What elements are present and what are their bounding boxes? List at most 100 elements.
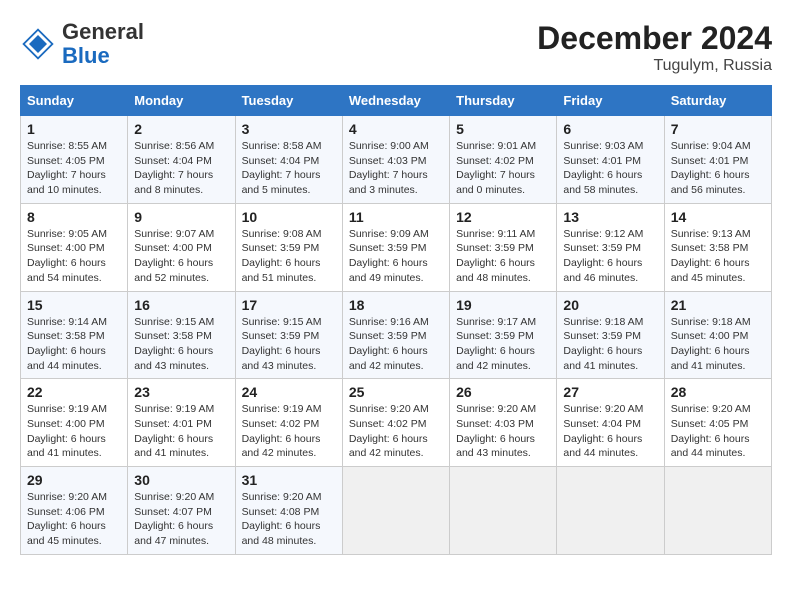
calendar-cell: 27 Sunrise: 9:20 AMSunset: 4:04 PMDayligh…	[557, 379, 664, 467]
day-info: Sunrise: 9:07 AMSunset: 4:00 PMDaylight:…	[134, 227, 228, 286]
day-number: 16	[134, 297, 228, 313]
day-number: 12	[456, 209, 550, 225]
day-number: 17	[242, 297, 336, 313]
day-number: 5	[456, 121, 550, 137]
calendar-cell: 31 Sunrise: 9:20 AMSunset: 4:08 PMDayligh…	[235, 467, 342, 555]
day-number: 4	[349, 121, 443, 137]
day-number: 30	[134, 472, 228, 488]
calendar-cell: 16Sunrise: 9:15 AMSunset: 3:58 PMDayligh…	[128, 291, 235, 379]
calendar-cell: 1 Sunrise: 8:55 AMSunset: 4:05 PMDaylight…	[21, 116, 128, 204]
calendar-cell: 21Sunrise: 9:18 AMSunset: 4:00 PMDayligh…	[664, 291, 771, 379]
calendar-cell: 26 Sunrise: 9:20 AMSunset: 4:03 PMDayligh…	[450, 379, 557, 467]
calendar-cell: 8 Sunrise: 9:05 AMSunset: 4:00 PMDaylight…	[21, 203, 128, 291]
day-info: Sunrise: 8:55 AMSunset: 4:05 PMDaylight:…	[27, 139, 121, 198]
day-number: 7	[671, 121, 765, 137]
day-info: Sunrise: 9:20 AMSunset: 4:03 PMDaylight:…	[456, 402, 550, 461]
day-info: Sunrise: 9:20 AMSunset: 4:05 PMDaylight:…	[671, 402, 765, 461]
title-area: December 2024 Tugulym, Russia	[537, 20, 772, 75]
calendar-cell: 4 Sunrise: 9:00 AMSunset: 4:03 PMDaylight…	[342, 116, 449, 204]
day-info: Sunrise: 9:03 AMSunset: 4:01 PMDaylight:…	[563, 139, 657, 198]
logo-general: General	[62, 19, 144, 44]
week-row-5: 29Sunrise: 9:20 AMSunset: 4:06 PMDayligh…	[21, 467, 772, 555]
day-number: 23	[134, 384, 228, 400]
day-number: 11	[349, 209, 443, 225]
calendar-cell: 5 Sunrise: 9:01 AMSunset: 4:02 PMDaylight…	[450, 116, 557, 204]
weekday-header-row: SundayMondayTuesdayWednesdayThursdayFrid…	[21, 86, 772, 116]
calendar-cell: 30 Sunrise: 9:20 AMSunset: 4:07 PMDayligh…	[128, 467, 235, 555]
calendar-cell	[450, 467, 557, 555]
day-info: Sunrise: 9:19 AMSunset: 4:00 PMDaylight:…	[27, 402, 121, 461]
day-number: 19	[456, 297, 550, 313]
day-number: 13	[563, 209, 657, 225]
day-info: Sunrise: 9:19 AMSunset: 4:01 PMDaylight:…	[134, 402, 228, 461]
day-number: 24	[242, 384, 336, 400]
weekday-header-saturday: Saturday	[664, 86, 771, 116]
day-number: 10	[242, 209, 336, 225]
day-number: 20	[563, 297, 657, 313]
calendar-cell: 29Sunrise: 9:20 AMSunset: 4:06 PMDayligh…	[21, 467, 128, 555]
calendar-cell: 15Sunrise: 9:14 AMSunset: 3:58 PMDayligh…	[21, 291, 128, 379]
weekday-header-wednesday: Wednesday	[342, 86, 449, 116]
calendar-subtitle: Tugulym, Russia	[537, 57, 772, 75]
week-row-1: 1 Sunrise: 8:55 AMSunset: 4:05 PMDaylight…	[21, 116, 772, 204]
calendar-cell: 6Sunrise: 9:03 AMSunset: 4:01 PMDaylight…	[557, 116, 664, 204]
calendar-cell: 17 Sunrise: 9:15 AMSunset: 3:59 PMDayligh…	[235, 291, 342, 379]
weekday-header-monday: Monday	[128, 86, 235, 116]
calendar-cell: 20 Sunrise: 9:18 AMSunset: 3:59 PMDayligh…	[557, 291, 664, 379]
calendar-cell: 13 Sunrise: 9:12 AMSunset: 3:59 PMDayligh…	[557, 203, 664, 291]
day-number: 31	[242, 472, 336, 488]
day-info: Sunrise: 9:12 AMSunset: 3:59 PMDaylight:…	[563, 227, 657, 286]
day-info: Sunrise: 9:05 AMSunset: 4:00 PMDaylight:…	[27, 227, 121, 286]
day-info: Sunrise: 9:01 AMSunset: 4:02 PMDaylight:…	[456, 139, 550, 198]
day-number: 25	[349, 384, 443, 400]
day-number: 8	[27, 209, 121, 225]
weekday-header-tuesday: Tuesday	[235, 86, 342, 116]
day-number: 9	[134, 209, 228, 225]
day-number: 2	[134, 121, 228, 137]
day-number: 26	[456, 384, 550, 400]
day-number: 22	[27, 384, 121, 400]
day-info: Sunrise: 9:13 AMSunset: 3:58 PMDaylight:…	[671, 227, 765, 286]
day-info: Sunrise: 9:19 AMSunset: 4:02 PMDaylight:…	[242, 402, 336, 461]
weekday-header-sunday: Sunday	[21, 86, 128, 116]
day-info: Sunrise: 9:09 AMSunset: 3:59 PMDaylight:…	[349, 227, 443, 286]
day-info: Sunrise: 9:15 AMSunset: 3:59 PMDaylight:…	[242, 315, 336, 374]
calendar-cell: 7 Sunrise: 9:04 AMSunset: 4:01 PMDaylight…	[664, 116, 771, 204]
day-number: 27	[563, 384, 657, 400]
week-row-2: 8 Sunrise: 9:05 AMSunset: 4:00 PMDaylight…	[21, 203, 772, 291]
day-number: 14	[671, 209, 765, 225]
day-info: Sunrise: 9:04 AMSunset: 4:01 PMDaylight:…	[671, 139, 765, 198]
logo-blue: Blue	[62, 43, 110, 68]
calendar-cell: 14 Sunrise: 9:13 AMSunset: 3:58 PMDayligh…	[664, 203, 771, 291]
day-info: Sunrise: 9:18 AMSunset: 3:59 PMDaylight:…	[563, 315, 657, 374]
day-info: Sunrise: 9:20 AMSunset: 4:04 PMDaylight:…	[563, 402, 657, 461]
day-info: Sunrise: 8:56 AMSunset: 4:04 PMDaylight:…	[134, 139, 228, 198]
calendar-cell: 19Sunrise: 9:17 AMSunset: 3:59 PMDayligh…	[450, 291, 557, 379]
calendar-title: December 2024	[537, 20, 772, 57]
day-info: Sunrise: 9:18 AMSunset: 4:00 PMDaylight:…	[671, 315, 765, 374]
calendar-cell: 22 Sunrise: 9:19 AMSunset: 4:00 PMDayligh…	[21, 379, 128, 467]
header: General Blue December 2024 Tugulym, Russ…	[20, 20, 772, 75]
logo-text: General Blue	[62, 20, 144, 68]
calendar-cell: 25Sunrise: 9:20 AMSunset: 4:02 PMDayligh…	[342, 379, 449, 467]
calendar-cell	[664, 467, 771, 555]
calendar-cell: 24 Sunrise: 9:19 AMSunset: 4:02 PMDayligh…	[235, 379, 342, 467]
calendar-cell: 2 Sunrise: 8:56 AMSunset: 4:04 PMDaylight…	[128, 116, 235, 204]
day-number: 1	[27, 121, 121, 137]
day-number: 3	[242, 121, 336, 137]
day-info: Sunrise: 8:58 AMSunset: 4:04 PMDaylight:…	[242, 139, 336, 198]
day-info: Sunrise: 9:20 AMSunset: 4:07 PMDaylight:…	[134, 490, 228, 549]
weekday-header-friday: Friday	[557, 86, 664, 116]
logo: General Blue	[20, 20, 144, 68]
weekday-header-thursday: Thursday	[450, 86, 557, 116]
day-number: 15	[27, 297, 121, 313]
day-info: Sunrise: 9:08 AMSunset: 3:59 PMDaylight:…	[242, 227, 336, 286]
calendar-cell: 12 Sunrise: 9:11 AMSunset: 3:59 PMDayligh…	[450, 203, 557, 291]
logo-icon	[20, 26, 56, 62]
day-info: Sunrise: 9:20 AMSunset: 4:08 PMDaylight:…	[242, 490, 336, 549]
day-number: 29	[27, 472, 121, 488]
calendar-cell: 18Sunrise: 9:16 AMSunset: 3:59 PMDayligh…	[342, 291, 449, 379]
day-info: Sunrise: 9:00 AMSunset: 4:03 PMDaylight:…	[349, 139, 443, 198]
calendar-cell: 28Sunrise: 9:20 AMSunset: 4:05 PMDayligh…	[664, 379, 771, 467]
day-info: Sunrise: 9:11 AMSunset: 3:59 PMDaylight:…	[456, 227, 550, 286]
